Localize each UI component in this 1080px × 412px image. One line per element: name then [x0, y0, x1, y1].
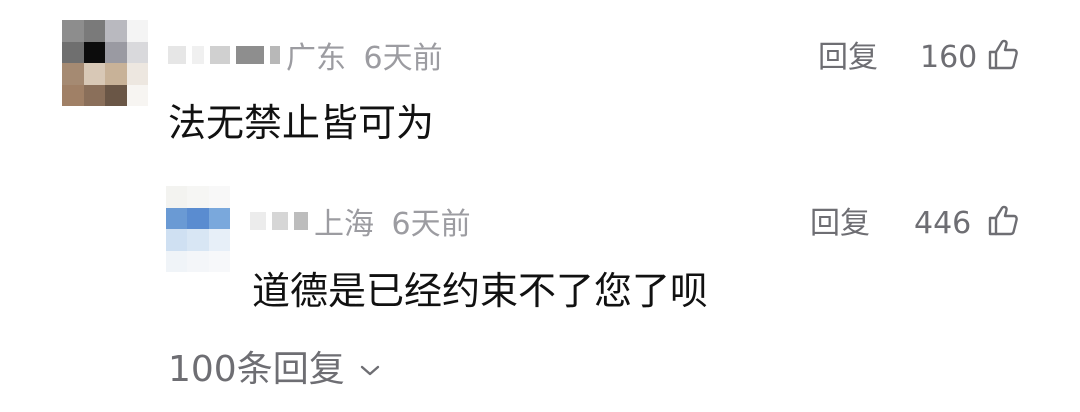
reply-username-redacted[interactable]	[250, 212, 308, 230]
more-replies-label: 100条回复	[168, 349, 345, 390]
thumbs-up-icon[interactable]	[988, 204, 1018, 236]
reply-like-count: 446	[914, 206, 972, 241]
reply-text: 道德是已经约束不了您了呗	[252, 269, 709, 313]
more-replies-button[interactable]: 100条回复	[168, 352, 381, 388]
reply-button[interactable]: 回复	[818, 43, 878, 73]
thumbs-up-icon[interactable]	[988, 38, 1018, 70]
avatar[interactable]	[62, 20, 148, 106]
reply-meta: 上海 6天前	[314, 210, 471, 240]
chevron-down-icon	[360, 365, 379, 376]
like-count: 160	[920, 40, 978, 75]
comment-text: 法无禁止皆可为	[168, 101, 435, 145]
comment-meta: 广东 6天前	[286, 44, 443, 74]
reply-time-label: 6天前	[391, 207, 471, 242]
location-label: 广东	[286, 41, 346, 76]
reply-location-label: 上海	[314, 207, 374, 242]
username-redacted[interactable]	[168, 46, 280, 64]
time-label: 6天前	[363, 41, 443, 76]
reply-reply-button[interactable]: 回复	[810, 209, 870, 239]
reply-avatar[interactable]	[166, 186, 230, 272]
